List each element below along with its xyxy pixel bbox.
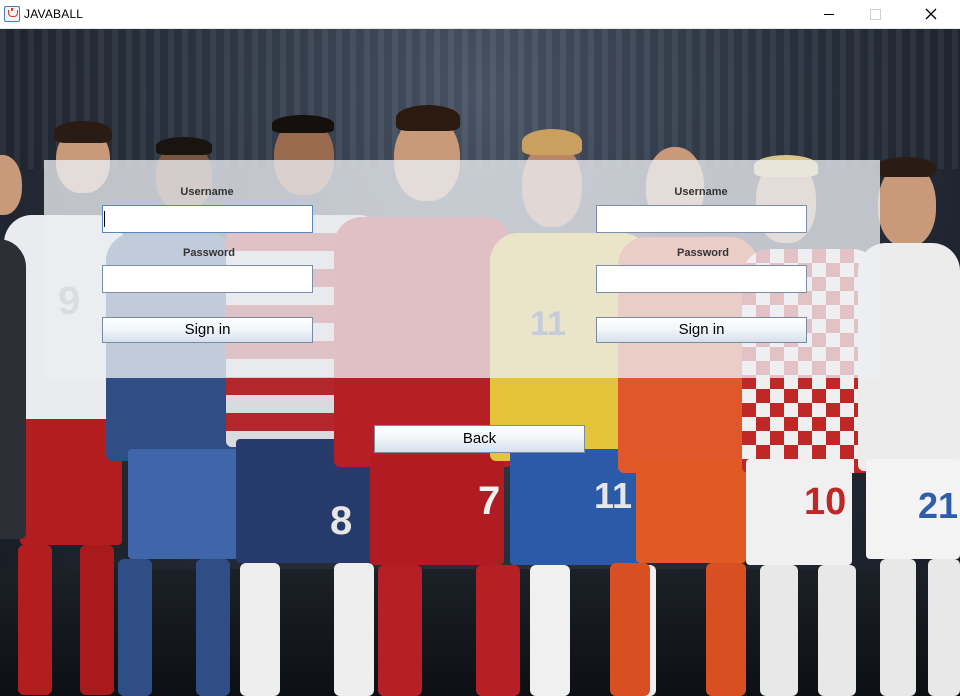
maximize-icon xyxy=(869,8,881,20)
signin-button-left[interactable]: Sign in xyxy=(102,317,313,343)
close-button[interactable] xyxy=(908,0,954,28)
username-field-left[interactable] xyxy=(102,205,313,233)
username-field-right[interactable] xyxy=(596,205,807,233)
minimize-button[interactable] xyxy=(806,0,852,28)
back-button[interactable]: Back xyxy=(374,425,585,453)
password-field-right[interactable] xyxy=(596,265,807,293)
signin-button-right[interactable]: Sign in xyxy=(596,317,807,343)
close-icon xyxy=(925,8,937,20)
java-cup-icon xyxy=(4,6,20,22)
window-title: JAVABALL xyxy=(24,7,84,21)
title-bar: JAVABALL xyxy=(0,0,960,29)
username-label-left: Username xyxy=(180,186,234,198)
password-label-right: Password xyxy=(677,247,729,259)
maximize-button[interactable] xyxy=(852,0,898,28)
password-field-left[interactable] xyxy=(102,265,313,293)
username-label-right: Username xyxy=(674,186,728,198)
minimize-icon xyxy=(824,13,834,15)
password-label-left: Password xyxy=(183,247,235,259)
stadium-lights xyxy=(0,29,960,169)
text-caret xyxy=(104,211,105,227)
